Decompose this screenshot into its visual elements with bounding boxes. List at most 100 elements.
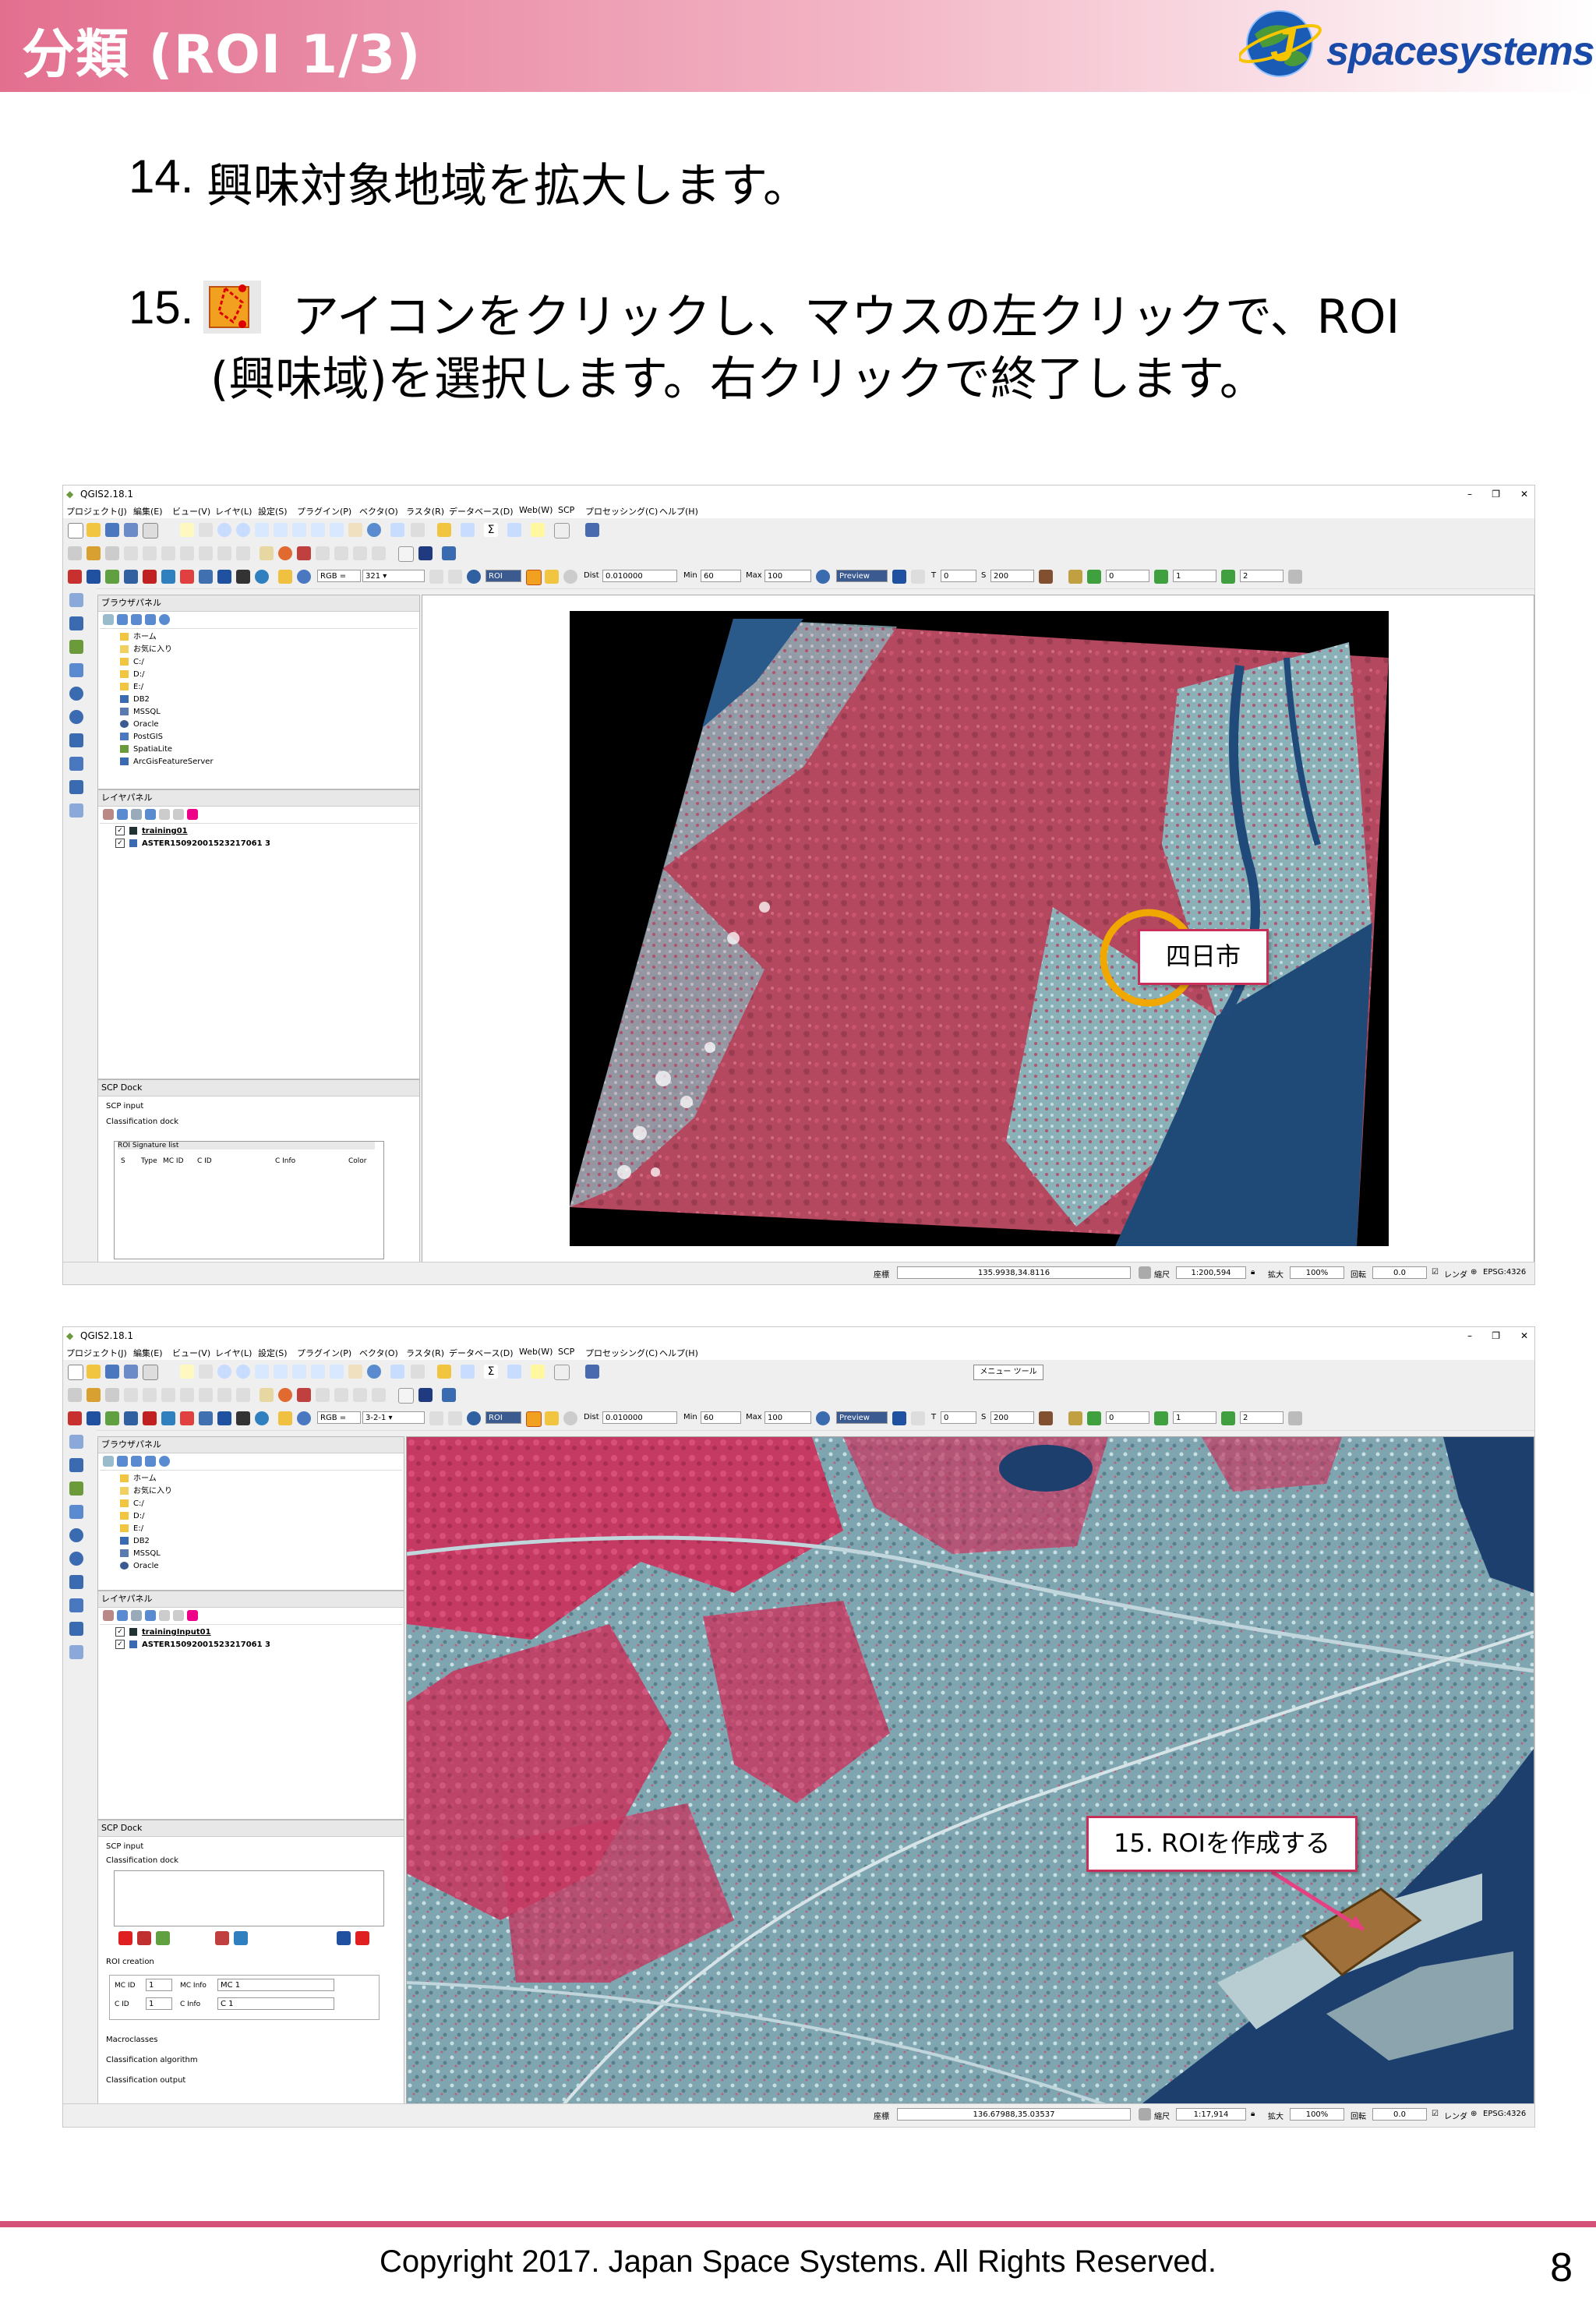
help-icon[interactable]: [585, 1365, 599, 1379]
add-postgis-icon[interactable]: [69, 1505, 83, 1519]
scp-stack-icon[interactable]: [68, 1411, 82, 1425]
render-checkbox[interactable]: ☑: [1432, 2110, 1439, 2118]
classification-output-label[interactable]: Classification output: [106, 2076, 185, 2085]
band-set-1-icon[interactable]: [1087, 1411, 1101, 1425]
scatter-plot-icon[interactable]: [180, 1411, 194, 1425]
scp-input-icon[interactable]: [278, 1411, 292, 1425]
add-wfs-icon[interactable]: [69, 733, 83, 747]
label-rotate-icon[interactable]: [334, 546, 348, 560]
add-selected-icon[interactable]: [103, 614, 114, 625]
preprocessing-icon[interactable]: [105, 570, 119, 584]
copy-features-icon[interactable]: [217, 1388, 231, 1402]
zoom-next-icon[interactable]: [330, 523, 344, 537]
magnifier-field[interactable]: 100%: [1290, 2108, 1344, 2121]
preview-toggle[interactable]: Preview: [836, 570, 888, 582]
scp-stack-icon[interactable]: [68, 570, 82, 584]
menu-scp[interactable]: SCP: [558, 1347, 574, 1357]
measure-icon[interactable]: [507, 1365, 521, 1379]
menu-web[interactable]: Web(W): [519, 505, 553, 515]
create-roi-icon[interactable]: [526, 1411, 542, 1427]
collapse-icon[interactable]: [145, 1456, 156, 1467]
menu-view[interactable]: ビュー(V): [172, 505, 210, 517]
map-canvas[interactable]: 四日市: [422, 595, 1534, 1265]
browser-item-postgis[interactable]: PostGIS: [120, 731, 163, 743]
scale-field[interactable]: 1:17,914: [1176, 2108, 1246, 2121]
add-wfs-icon[interactable]: [69, 1575, 83, 1589]
settings-icon[interactable]: [236, 570, 250, 584]
browser-refresh-icon[interactable]: [117, 614, 128, 625]
add-raster-icon[interactable]: [69, 616, 83, 630]
menu-web[interactable]: Web(W): [519, 1347, 553, 1357]
menu-raster[interactable]: ラスタ(R): [406, 1347, 444, 1359]
import-icon[interactable]: [337, 1931, 351, 1945]
menu-project[interactable]: プロジェクト(J): [66, 505, 127, 517]
zoom-preview-icon[interactable]: [816, 570, 830, 584]
scp-pointer-icon[interactable]: [429, 1411, 443, 1425]
layer-expand-icon[interactable]: [159, 1610, 170, 1621]
remove-layer-icon[interactable]: [187, 809, 198, 820]
label-pin-icon[interactable]: [278, 546, 292, 560]
refresh-icon[interactable]: [367, 523, 381, 537]
classification-icon[interactable]: [911, 1411, 925, 1425]
save-project-icon[interactable]: [105, 1365, 119, 1379]
mc-info-input[interactable]: MC 1: [217, 1979, 334, 1991]
menu-plugins[interactable]: プラグイン(P): [297, 1347, 351, 1359]
mc-id-input[interactable]: 1: [146, 1979, 172, 1991]
attribute-table-icon[interactable]: [437, 523, 451, 537]
pan-icon[interactable]: [180, 523, 194, 537]
label-show-icon[interactable]: [372, 546, 386, 560]
scale-field[interactable]: 1:200,594: [1176, 1266, 1246, 1279]
label-rotate-icon[interactable]: [334, 1388, 348, 1402]
menu-processing[interactable]: プロセッシング(C): [585, 505, 658, 517]
scp-settings-icon[interactable]: [255, 570, 269, 584]
save-as-icon[interactable]: [124, 523, 138, 537]
add-roi-icon[interactable]: [545, 570, 559, 584]
lock-icon[interactable]: 🔒︎: [1251, 1268, 1255, 1277]
field-calculator-icon[interactable]: [461, 523, 475, 537]
classification-dock-tab[interactable]: Classification dock: [106, 1856, 178, 1865]
python-icon[interactable]: [442, 1388, 456, 1402]
band-calc-icon[interactable]: [143, 570, 157, 584]
new-project-icon[interactable]: [68, 1365, 83, 1380]
min-input[interactable]: 60: [701, 1411, 741, 1424]
minimize-button[interactable]: –: [1467, 489, 1472, 500]
statistics-icon[interactable]: Σ: [484, 1365, 498, 1379]
layer-collapse-icon[interactable]: [173, 1610, 184, 1621]
csw-icon[interactable]: [398, 1388, 414, 1404]
coord-field[interactable]: 136.67988,35.03537: [897, 2108, 1131, 2121]
band-set-3-icon[interactable]: [1221, 1411, 1235, 1425]
help-icon[interactable]: [585, 523, 599, 537]
diamond-icon[interactable]: [418, 546, 433, 560]
menu-help[interactable]: ヘルプ(H): [659, 505, 698, 517]
cut-features-icon[interactable]: [199, 546, 213, 560]
layer-checkbox[interactable]: ✓: [115, 1640, 125, 1649]
zoom-preview-icon[interactable]: [816, 1411, 830, 1425]
band-3-input[interactable]: 2: [1240, 1411, 1284, 1424]
add-group-icon[interactable]: [117, 1610, 128, 1621]
measure-icon[interactable]: [507, 523, 521, 537]
grid-icon[interactable]: [1288, 570, 1302, 584]
rgb-label-field[interactable]: RGB =: [317, 570, 361, 582]
max-input[interactable]: 100: [764, 570, 811, 582]
grid-icon[interactable]: [1288, 1411, 1302, 1425]
label-change-icon[interactable]: [353, 1388, 367, 1402]
band-2-input[interactable]: 1: [1173, 570, 1216, 582]
s-input[interactable]: 200: [990, 1411, 1034, 1424]
classification-icon[interactable]: [911, 570, 925, 584]
zoom-selection-icon[interactable]: [292, 1365, 306, 1379]
close-button[interactable]: ✕: [1520, 489, 1528, 500]
macroclasses-label[interactable]: Macroclasses: [106, 2036, 157, 2044]
menu-processing[interactable]: プロセッシング(C): [585, 1347, 658, 1359]
band-icon[interactable]: [1068, 570, 1082, 584]
csw-icon[interactable]: [398, 546, 414, 562]
add-vector-icon[interactable]: [69, 1435, 83, 1449]
browser-item-oracle[interactable]: Oracle: [120, 719, 159, 731]
band-set-1-icon[interactable]: [1087, 570, 1101, 584]
add-virtual-icon[interactable]: [69, 780, 83, 794]
browser-item-favorites[interactable]: お気に入り: [120, 1485, 172, 1498]
download-icon[interactable]: [87, 570, 101, 584]
new-project-icon[interactable]: [68, 523, 83, 539]
menu-view[interactable]: ビュー(V): [172, 1347, 210, 1359]
scp-input-icon[interactable]: [278, 570, 292, 584]
delete-selected-icon[interactable]: [180, 1388, 194, 1402]
